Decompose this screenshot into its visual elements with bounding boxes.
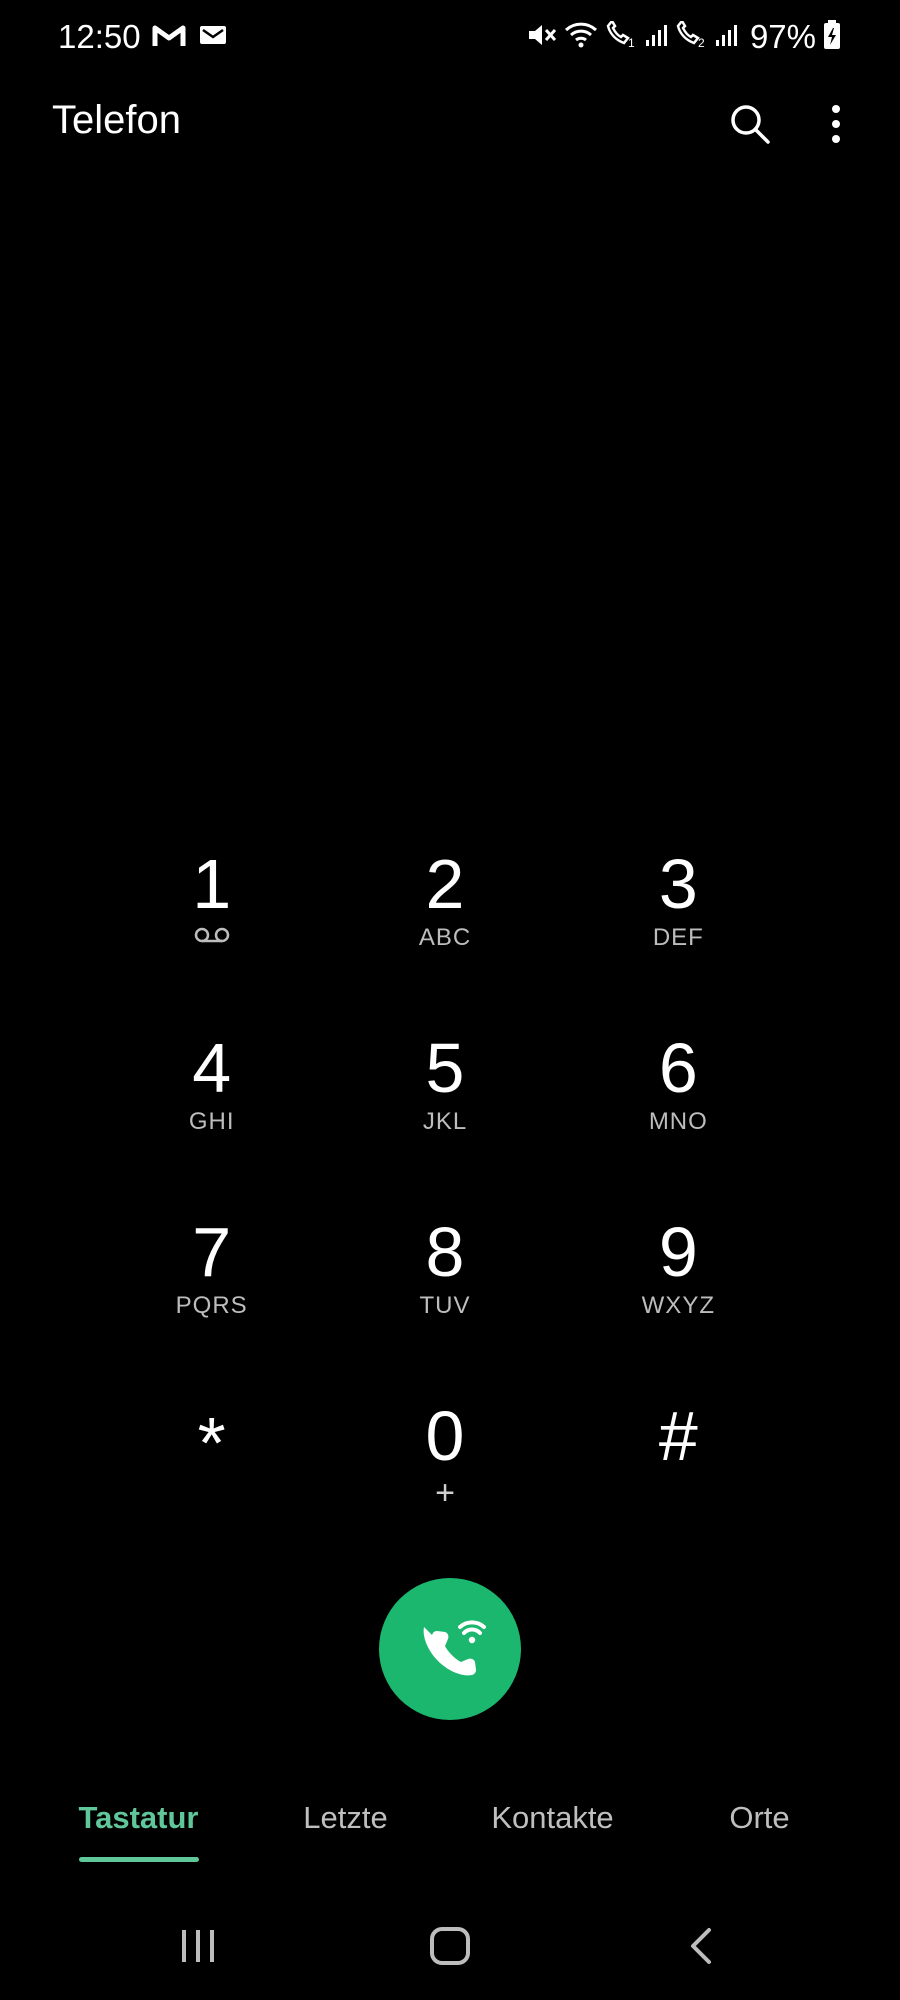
key-letters: TUV (419, 1292, 471, 1319)
back-button[interactable] (662, 1920, 742, 1976)
battery-percent: 97% (749, 18, 816, 55)
call-button[interactable] (379, 1578, 521, 1720)
key-1[interactable]: 1 (95, 830, 328, 1014)
key-letters: WXYZ (641, 1292, 715, 1319)
key-digit: 9 (658, 1213, 698, 1291)
svg-text:2: 2 (698, 36, 705, 49)
key-digit: 8 (425, 1213, 465, 1291)
key-digit: * (197, 1404, 226, 1484)
key-digit: # (658, 1397, 698, 1475)
key-digit: 0 (425, 1397, 465, 1475)
signal-icon (714, 22, 738, 53)
key-8[interactable]: 8 TUV (328, 1198, 561, 1382)
key-hash[interactable]: # (562, 1382, 795, 1566)
key-2[interactable]: 2 ABC (328, 830, 561, 1014)
system-nav-bar (0, 1900, 900, 2000)
dialpad: 1 2 ABC 3 DEF 4 GHI 5 JKL 6 MNO 7 PQRS 8… (95, 830, 795, 1566)
back-icon (687, 1926, 717, 1971)
status-bar: 12:50 1 2 97% (0, 0, 900, 80)
tab-orte[interactable]: Orte (656, 1800, 863, 1870)
key-5[interactable]: 5 JKL (328, 1014, 561, 1198)
key-letters: MNO (648, 1108, 708, 1135)
tab-kontakte[interactable]: Kontakte (449, 1800, 656, 1870)
signal-icon (644, 22, 668, 53)
key-0[interactable]: 0 + (328, 1382, 561, 1566)
voicemail-icon (192, 924, 232, 952)
search-button[interactable] (720, 96, 780, 156)
key-digit: 3 (658, 845, 698, 923)
more-options-button[interactable] (806, 96, 866, 156)
bottom-tabs: Tastatur Letzte Kontakte Orte (0, 1800, 900, 1870)
home-button[interactable] (410, 1920, 490, 1976)
wifi-call-sim1-icon: 1 (604, 18, 638, 54)
wifi-call-sim2-icon: 2 (674, 18, 708, 54)
battery-charging-icon (822, 19, 842, 56)
key-digit: 1 (192, 845, 232, 923)
key-letters: PQRS (175, 1292, 248, 1319)
recents-icon (178, 1928, 218, 1969)
key-7[interactable]: 7 PQRS (95, 1198, 328, 1382)
key-3[interactable]: 3 DEF (562, 830, 795, 1014)
gmail-icon (152, 22, 186, 53)
svg-text:1: 1 (628, 36, 635, 49)
key-letters: ABC (418, 924, 472, 951)
key-9[interactable]: 9 WXYZ (562, 1198, 795, 1382)
wifi-icon (564, 21, 598, 54)
mail-icon (198, 23, 228, 52)
active-tab-indicator (78, 1857, 199, 1862)
mute-icon (526, 20, 558, 55)
key-letters: JKL (422, 1108, 468, 1135)
tab-label: Orte (729, 1800, 790, 1835)
key-digit: 6 (658, 1029, 698, 1107)
search-icon (728, 102, 772, 151)
status-time: 12:50 (58, 18, 141, 55)
key-letters: DEF (652, 924, 704, 951)
home-icon (429, 1926, 471, 1971)
key-digit: 7 (192, 1213, 232, 1291)
key-4[interactable]: 4 GHI (95, 1014, 328, 1198)
tab-label: Letzte (303, 1800, 388, 1835)
key-6[interactable]: 6 MNO (562, 1014, 795, 1198)
page-title: Telefon (52, 98, 181, 142)
key-digit: 2 (425, 845, 465, 923)
tab-tastatur[interactable]: Tastatur (35, 1800, 242, 1870)
tab-label: Tastatur (78, 1800, 199, 1835)
key-digit: 5 (425, 1029, 465, 1107)
more-vert-icon (830, 104, 842, 149)
key-letters: GHI (188, 1108, 235, 1135)
recents-button[interactable] (158, 1920, 238, 1976)
tab-label: Kontakte (491, 1800, 614, 1835)
key-plus: + (435, 1474, 455, 1512)
tab-letzte[interactable]: Letzte (242, 1800, 449, 1870)
wifi-call-icon (410, 1607, 490, 1692)
key-star[interactable]: * (95, 1382, 328, 1566)
key-digit: 4 (192, 1029, 232, 1107)
